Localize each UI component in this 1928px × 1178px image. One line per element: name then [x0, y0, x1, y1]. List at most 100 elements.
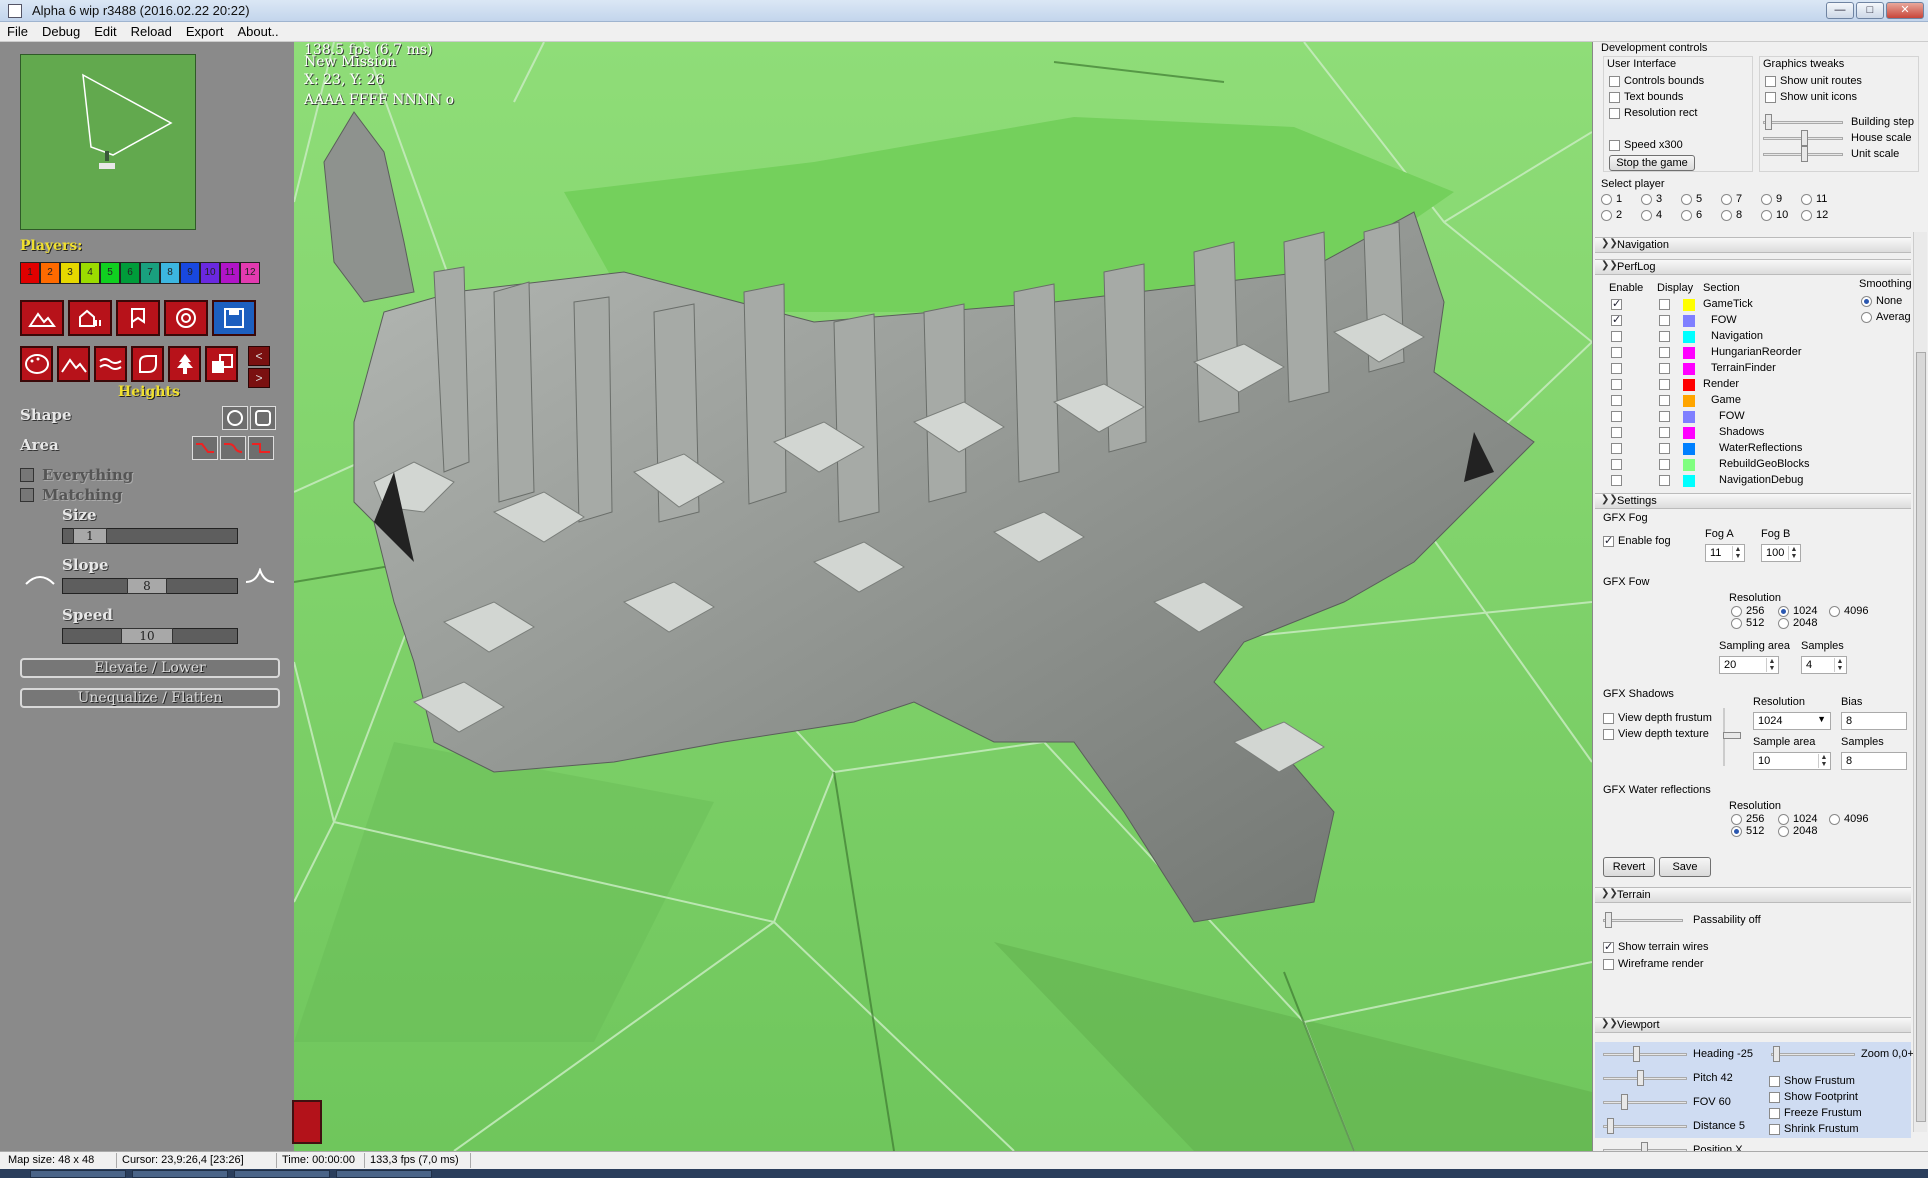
perflog-display-checkbox[interactable] [1659, 379, 1670, 390]
revert-button[interactable]: Revert [1603, 857, 1655, 877]
perflog-enable-checkbox[interactable] [1611, 297, 1622, 310]
freeze-frustum-checkbox[interactable] [1769, 1108, 1780, 1119]
viewport-section-header[interactable]: ❯❯ Viewport [1595, 1017, 1911, 1033]
missions-tab-button[interactable] [164, 300, 208, 336]
player-color-swatch[interactable]: 10 [200, 262, 220, 284]
perflog-display-checkbox[interactable] [1659, 331, 1670, 342]
next-page-button[interactable]: > [248, 368, 270, 388]
shadow-depth-vslider-thumb[interactable] [1723, 732, 1741, 739]
player-color-swatch[interactable]: 2 [40, 262, 60, 284]
perflog-display-checkbox[interactable] [1659, 411, 1670, 422]
shadow-resolution-select[interactable]: 1024 ▼ [1753, 712, 1831, 730]
wireframe-render-checkbox[interactable] [1603, 959, 1614, 970]
perflog-enable-checkbox[interactable] [1611, 427, 1622, 438]
tiles-button[interactable] [131, 346, 164, 382]
player-color-swatch[interactable]: 12 [240, 262, 260, 284]
show-unit-routes-checkbox[interactable] [1765, 76, 1776, 87]
fog-b-spinner[interactable]: 100 ▲ ▼ [1761, 544, 1801, 562]
shadow-depth-vslider[interactable] [1723, 708, 1741, 766]
terrain-section-header[interactable]: ❯❯ Terrain [1595, 887, 1911, 903]
stop-game-button[interactable]: Stop the game [1609, 155, 1695, 171]
fow-samples-spinner[interactable]: 4 ▲ ▼ [1801, 656, 1847, 674]
taskbar-item[interactable] [132, 1170, 228, 1178]
smoothing-average-radio[interactable] [1861, 312, 1872, 323]
sampling-area-spinner[interactable]: 20 ▲ ▼ [1719, 656, 1779, 674]
show-footprint-checkbox[interactable] [1769, 1092, 1780, 1103]
perflog-display-checkbox[interactable] [1659, 443, 1670, 454]
perflog-enable-checkbox[interactable] [1611, 313, 1622, 326]
water-button[interactable] [94, 346, 127, 382]
building-step-slider[interactable] [1763, 114, 1843, 130]
dev-panel-scrollbar[interactable] [1913, 232, 1927, 1132]
shadow-samples-spinner[interactable]: 8 [1841, 752, 1907, 770]
show-unit-icons-checkbox[interactable] [1765, 92, 1776, 103]
player-color-swatch[interactable]: 9 [180, 262, 200, 284]
menu-debug[interactable]: Debug [35, 22, 87, 41]
game-3d-viewport[interactable]: 138.5 fps (6,7 ms) New Mission X: 23, Y:… [294, 42, 1592, 1151]
shrink-frustum-checkbox[interactable] [1769, 1124, 1780, 1135]
bias-spinner[interactable]: 8 [1841, 712, 1907, 730]
fow-res-4096-radio[interactable] [1829, 606, 1840, 617]
taskbar-item[interactable] [336, 1170, 432, 1178]
player-radio[interactable] [1641, 194, 1652, 205]
perflog-display-checkbox[interactable] [1659, 395, 1670, 406]
player-radio[interactable] [1681, 210, 1692, 221]
player-radio[interactable] [1681, 194, 1692, 205]
perflog-enable-checkbox[interactable] [1611, 443, 1622, 454]
enable-fog-checkbox[interactable] [1603, 534, 1614, 547]
perflog-display-checkbox[interactable] [1659, 459, 1670, 470]
fog-a-spinner[interactable]: 11 ▲ ▼ [1705, 544, 1745, 562]
settings-section-header[interactable]: ❯❯ Settings [1595, 493, 1911, 509]
menu-reload[interactable]: Reload [124, 22, 179, 41]
spinner-arrows-icon[interactable]: ▲ ▼ [1834, 658, 1845, 672]
square-shape-button[interactable] [250, 406, 276, 430]
navigation-section-header[interactable]: ❯❯ Navigation [1595, 237, 1911, 253]
spinner-arrows-icon[interactable]: ▲ ▼ [1788, 546, 1799, 560]
player-color-swatch[interactable]: 4 [80, 262, 100, 284]
houses-tab-button[interactable] [68, 300, 112, 336]
player-color-swatch[interactable]: 5 [100, 262, 120, 284]
perflog-display-checkbox[interactable] [1659, 475, 1670, 486]
perflog-display-checkbox[interactable] [1659, 315, 1670, 326]
player-color-swatch[interactable]: 8 [160, 262, 180, 284]
circle-shape-button[interactable] [222, 406, 248, 430]
perflog-enable-checkbox[interactable] [1611, 347, 1622, 358]
taskbar-item[interactable] [30, 1170, 126, 1178]
paint-brush-button[interactable] [20, 346, 53, 382]
spinner-arrows-icon[interactable]: ▲ ▼ [1732, 546, 1743, 560]
message-stack-indicator[interactable] [292, 1100, 322, 1144]
scrollbar-thumb[interactable] [1916, 352, 1926, 1122]
objects-button[interactable] [168, 346, 201, 382]
menu-file[interactable]: File [0, 22, 35, 41]
zoom-slider[interactable] [1771, 1046, 1855, 1062]
fow-res-2048-radio[interactable] [1778, 618, 1789, 629]
close-button[interactable]: ✕ [1886, 2, 1924, 19]
water-res-4096-radio[interactable] [1829, 814, 1840, 825]
perflog-enable-checkbox[interactable] [1611, 331, 1622, 342]
player-color-swatch[interactable]: 3 [60, 262, 80, 284]
controls-bounds-checkbox[interactable] [1609, 76, 1620, 87]
player-color-swatch[interactable]: 6 [120, 262, 140, 284]
maximize-button[interactable]: □ [1856, 2, 1884, 19]
unequalize-flatten-button[interactable]: Unequalize / Flatten [20, 688, 280, 708]
save-map-button[interactable] [212, 300, 256, 336]
area-smooth-button[interactable] [220, 436, 246, 460]
perflog-display-checkbox[interactable] [1659, 427, 1670, 438]
size-slider[interactable]: 1 [62, 528, 238, 544]
player-radio[interactable] [1721, 194, 1732, 205]
perflog-display-checkbox[interactable] [1659, 347, 1670, 358]
perflog-enable-checkbox[interactable] [1611, 459, 1622, 470]
water-res-2048-radio[interactable] [1778, 826, 1789, 837]
player-color-swatch[interactable]: 7 [140, 262, 160, 284]
save-settings-button[interactable]: Save [1659, 857, 1711, 877]
prev-page-button[interactable]: < [248, 346, 270, 366]
perflog-enable-checkbox[interactable] [1611, 475, 1622, 486]
minimize-button[interactable]: — [1826, 2, 1854, 19]
player-radio[interactable] [1721, 210, 1732, 221]
show-frustum-checkbox[interactable] [1769, 1076, 1780, 1087]
spinner-arrows-icon[interactable]: ▲ ▼ [1766, 658, 1777, 672]
player-color-swatch[interactable]: 1 [20, 262, 40, 284]
sample-area-spinner[interactable]: 10 ▲ ▼ [1753, 752, 1831, 770]
menu-export[interactable]: Export [179, 22, 231, 41]
heights-button[interactable] [57, 346, 90, 382]
